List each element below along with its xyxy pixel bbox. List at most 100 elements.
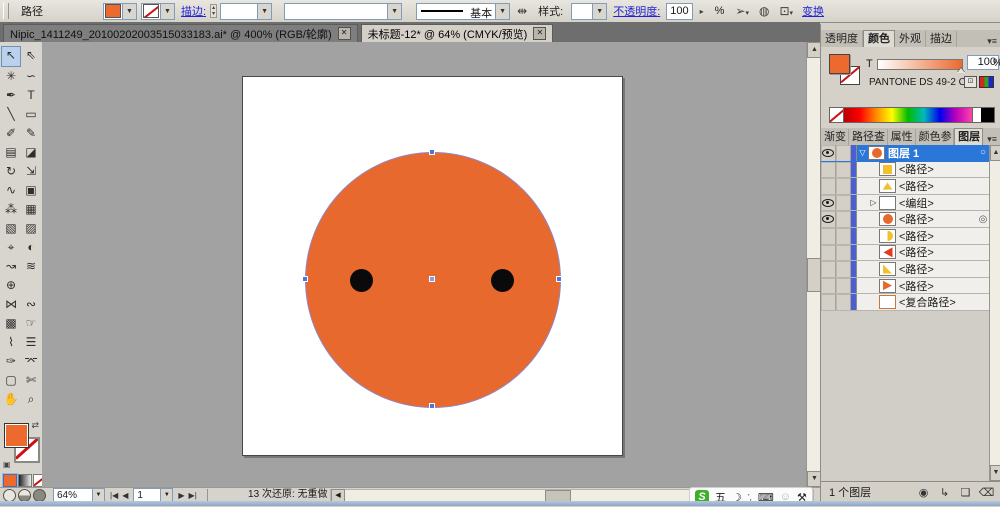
layer-label[interactable]: <路径>: [899, 178, 987, 194]
last-artboard-arrow[interactable]: ▶|: [189, 491, 197, 500]
scroll-down-arrow[interactable]: ▼: [990, 465, 1000, 481]
gradient-tool[interactable]: ▨: [21, 219, 41, 238]
layers-scrollbar[interactable]: ▲ ▼: [989, 145, 1000, 481]
measure-tool[interactable]: ✑: [1, 352, 21, 371]
scroll-up-arrow[interactable]: ▲: [990, 145, 1000, 161]
mesh-tool[interactable]: ▧: [1, 219, 21, 238]
stroke-weight-spinner[interactable]: ▴▾: [210, 4, 217, 18]
liquify-tool[interactable]: ∾: [21, 295, 41, 314]
panel-menu-icon[interactable]: ▾≡: [983, 36, 1000, 47]
hand-tool[interactable]: ✋: [1, 390, 21, 409]
symbol-shifter-tool[interactable]: ⌇: [1, 333, 21, 352]
eyedropper-tool[interactable]: ⌖: [1, 238, 21, 257]
target-circle-icon[interactable]: ◎: [976, 214, 990, 225]
symbol-sprayer-tool[interactable]: ⁂: [1, 200, 21, 219]
layer-label[interactable]: <路径>: [899, 161, 987, 177]
layer-row-1[interactable]: ▽ 图层 1 ○: [821, 145, 1000, 162]
paintbrush-tool[interactable]: ✐: [1, 124, 21, 143]
style-dropdown[interactable]: ▼: [571, 3, 607, 20]
visibility-toggle[interactable]: [821, 261, 836, 277]
swatch-library-icon[interactable]: ⊡: [964, 76, 977, 88]
panel-menu-icon[interactable]: ▾≡: [983, 134, 1000, 145]
layer-row-3[interactable]: <路径> ○: [821, 178, 1000, 195]
slice-tool[interactable]: ✄: [21, 371, 41, 390]
tab-stroke[interactable]: 描边: [926, 31, 957, 47]
visibility-toggle[interactable]: [821, 195, 836, 211]
line-segment-tool[interactable]: ╲: [1, 105, 21, 124]
fill-indicator-orange[interactable]: [4, 423, 29, 448]
paint-color-button[interactable]: [3, 474, 17, 487]
select-similar-icon[interactable]: ➢▾: [735, 4, 749, 18]
tab-appearance[interactable]: 外观: [895, 31, 926, 47]
visibility-toggle[interactable]: [821, 294, 836, 310]
layer-label[interactable]: <路径>: [899, 211, 976, 227]
next-artboard-arrow[interactable]: ▶: [178, 491, 184, 500]
rectangle-tool[interactable]: ▭: [21, 105, 41, 124]
spectrum-white-swatch[interactable]: [972, 108, 981, 122]
visibility-toggle[interactable]: [821, 145, 836, 161]
envelope-distort-tool[interactable]: ⋈: [1, 295, 21, 314]
visibility-toggle[interactable]: [821, 162, 836, 178]
direct-selection-tool[interactable]: ⇖: [21, 46, 41, 65]
pencil-tool[interactable]: ✎: [21, 124, 41, 143]
screen-mode-full[interactable]: [33, 489, 46, 502]
layer-label[interactable]: <路径>: [899, 244, 987, 260]
shear-tool[interactable]: ☞: [21, 314, 41, 333]
tab-layers[interactable]: 图层: [954, 128, 983, 145]
anchor-left[interactable]: [302, 276, 308, 282]
stroke-color-dropdown[interactable]: ▼: [141, 3, 175, 20]
isolate-icon[interactable]: ◍: [759, 4, 769, 18]
lock-toggle[interactable]: [836, 294, 851, 310]
layer-row-2[interactable]: <路径> ○: [821, 162, 1000, 179]
expand-arrow-icon[interactable]: ▽: [857, 148, 868, 157]
layer-row-6[interactable]: <路径> ○: [821, 228, 1000, 245]
recolor-artwork-icon[interactable]: ⇹: [517, 4, 527, 18]
stroke-weight-link[interactable]: 描边:: [181, 3, 206, 19]
magic-wand-tool[interactable]: ✳: [1, 67, 21, 86]
lock-toggle[interactable]: [836, 195, 851, 211]
opacity-spinner[interactable]: ▸: [700, 7, 704, 16]
new-layer-icon[interactable]: ❏: [957, 486, 974, 499]
stroke-weight-dropdown[interactable]: ▼: [220, 3, 272, 20]
target-circle-icon[interactable]: ○: [976, 147, 990, 158]
lock-toggle[interactable]: [836, 162, 851, 178]
reshape-tool[interactable]: ⌤: [21, 352, 41, 371]
opacity-link[interactable]: 不透明度:: [613, 3, 660, 19]
tab-color[interactable]: 颜色: [863, 30, 895, 47]
stroke-profile-dropdown[interactable]: 基本▼: [416, 3, 510, 20]
layer-row-5[interactable]: <路径> ◎: [821, 211, 1000, 228]
color-mode-icon[interactable]: [979, 76, 994, 88]
visibility-toggle[interactable]: [821, 228, 836, 244]
lock-toggle[interactable]: [836, 178, 851, 194]
close-icon[interactable]: ✕: [533, 27, 546, 40]
rotate-tool[interactable]: ↻: [1, 162, 21, 181]
tab-color-guide[interactable]: 颜色参: [916, 129, 955, 145]
tab-pathfinder[interactable]: 路径查: [849, 129, 888, 145]
spectrum-black-swatch[interactable]: [981, 108, 994, 122]
layer-label[interactable]: <路径>: [899, 278, 987, 294]
perspective-grid-tool[interactable]: ▩: [1, 314, 21, 333]
layer-row-4[interactable]: ▷ <编组> ○: [821, 195, 1000, 212]
color-fill-proxy[interactable]: [829, 54, 850, 74]
align-options-icon[interactable]: ⊡▾: [779, 4, 793, 18]
zoom-tool[interactable]: ⌕: [21, 390, 41, 409]
canvas-area[interactable]: [42, 42, 806, 487]
artboard-number-dropdown[interactable]: 1▼: [133, 488, 173, 502]
layer-label[interactable]: 图层 1: [888, 145, 976, 161]
layer-row-8[interactable]: <路径> ○: [821, 261, 1000, 278]
swap-fill-stroke-icon[interactable]: ⇄: [31, 420, 39, 431]
lock-toggle[interactable]: [836, 145, 851, 161]
selection-tool[interactable]: ↖: [1, 46, 21, 67]
expand-arrow-icon[interactable]: ▷: [868, 198, 879, 207]
screen-mode-normal[interactable]: [3, 489, 16, 502]
tab-attributes[interactable]: 属性: [888, 129, 916, 145]
tint-slider[interactable]: [877, 59, 963, 70]
tab-gradient[interactable]: 渐变: [821, 129, 849, 145]
lock-toggle[interactable]: [836, 211, 851, 227]
lock-toggle[interactable]: [836, 245, 851, 261]
crop-tool[interactable]: ▢: [1, 371, 21, 390]
graph-tool[interactable]: ▦: [21, 200, 41, 219]
right-eye-shape[interactable]: [491, 269, 514, 292]
spectrum-none-swatch[interactable]: [830, 108, 844, 122]
brush-definition-dropdown[interactable]: ▼: [284, 3, 402, 20]
